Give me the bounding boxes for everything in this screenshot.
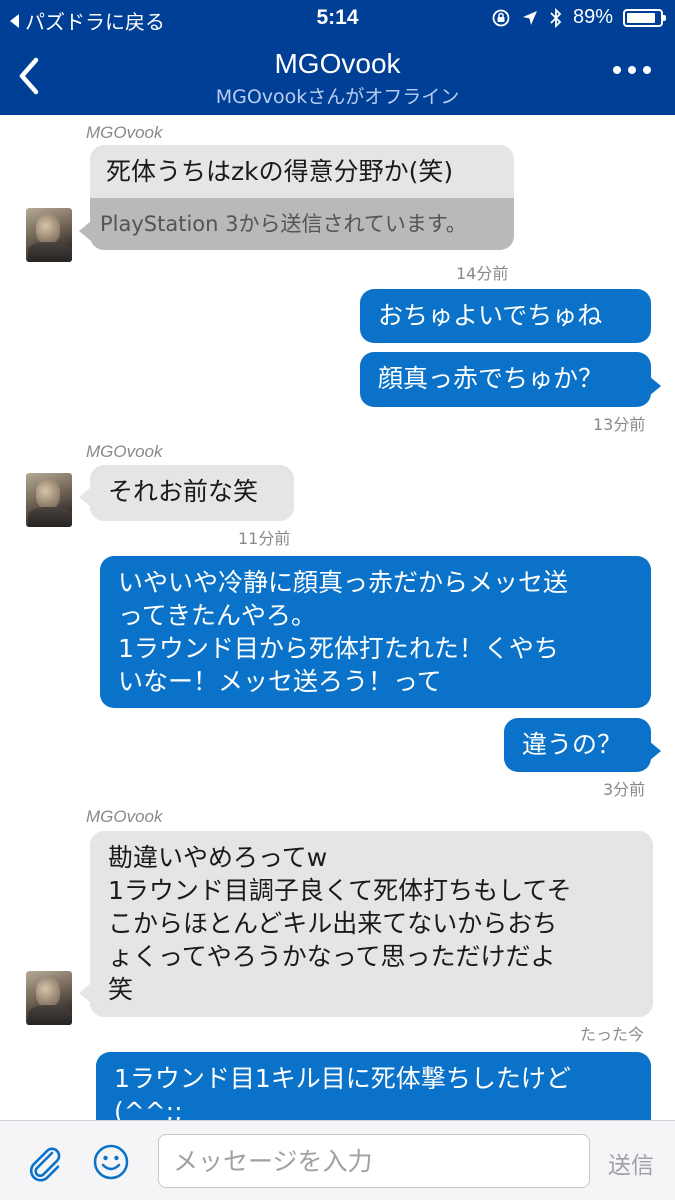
incoming-message[interactable]: 勘違いやめろってw 1ラウンド目調子良くて死体打ちもしてそ こからほとんどキル出…: [90, 831, 653, 1017]
message-text: 死体うちはzkの得意分野か(笑): [90, 145, 514, 198]
bubble-tail: [79, 983, 91, 1003]
message-timestamp: 11分前: [238, 529, 291, 548]
sender-name: MGOvook: [86, 123, 163, 142]
dot: [643, 66, 651, 74]
bubble-tail: [649, 376, 661, 396]
message-timestamp: 13分前: [593, 415, 646, 434]
battery-percent: 89%: [572, 6, 613, 28]
bubble-tail: [649, 741, 661, 761]
dot: [628, 66, 636, 74]
avatar[interactable]: [26, 971, 72, 1025]
conversation-header: MGOvook MGOvookさんがオフライン: [0, 38, 675, 115]
dot: [613, 66, 621, 74]
message-list[interactable]: MGOvook 死体うちはzkの得意分野か(笑) PlayStation 3から…: [0, 115, 675, 1120]
more-dots-icon[interactable]: [613, 66, 651, 74]
sender-name: MGOvook: [86, 442, 163, 461]
message-timestamp: 3分前: [603, 780, 646, 799]
conversation-title: MGOvook: [274, 48, 401, 79]
outgoing-message[interactable]: いやいや冷静に顔真っ赤だからメッセ送 ってきたんやろ。 1ラウンド目から死体打た…: [100, 556, 651, 708]
message-input[interactable]: [158, 1134, 590, 1188]
message-timestamp: 14分前: [456, 264, 509, 283]
battery-icon: [623, 8, 666, 27]
avatar-body: [28, 507, 72, 527]
avatar[interactable]: [26, 473, 72, 527]
message-timestamp: たった今: [580, 1025, 645, 1044]
outgoing-message[interactable]: おちゅよいでちゅね: [360, 289, 651, 343]
avatar[interactable]: [26, 208, 72, 262]
avatar-body: [28, 1005, 72, 1025]
incoming-message[interactable]: それお前な笑: [90, 465, 294, 521]
avatar-head: [36, 214, 60, 244]
avatar-head: [36, 977, 60, 1007]
status-bar: パズドラに戻る 5:14 89%: [0, 0, 675, 38]
platform-footer: PlayStation 3から送信されています。: [90, 198, 514, 250]
outgoing-message[interactable]: 1ラウンド目1キル目に死体撃ちしたけど (^^;;: [96, 1052, 651, 1120]
online-status: MGOvookさんがオフライン: [215, 86, 460, 108]
incoming-message[interactable]: 死体うちはzkの得意分野か(笑) PlayStation 3から送信されています…: [90, 145, 514, 250]
rotation-lock-icon: [492, 9, 510, 26]
sender-name: MGOvook: [86, 807, 163, 826]
compose-bar: 送信: [0, 1120, 675, 1200]
send-button[interactable]: 送信: [608, 1146, 654, 1180]
bubble-tail: [79, 221, 91, 241]
paperclip-icon[interactable]: [24, 1141, 66, 1183]
location-arrow-icon: [522, 10, 537, 25]
bubble-tail: [79, 487, 91, 507]
status-indicators: 89%: [491, 6, 666, 29]
outgoing-message[interactable]: 違うの？: [504, 718, 651, 772]
battery-fill: [627, 12, 656, 23]
avatar-head: [36, 479, 60, 509]
outgoing-message[interactable]: 顔真っ赤でちゅか？: [360, 352, 651, 407]
smiley-icon[interactable]: [92, 1143, 130, 1181]
bluetooth-icon: [550, 7, 562, 28]
avatar-body: [28, 242, 72, 262]
